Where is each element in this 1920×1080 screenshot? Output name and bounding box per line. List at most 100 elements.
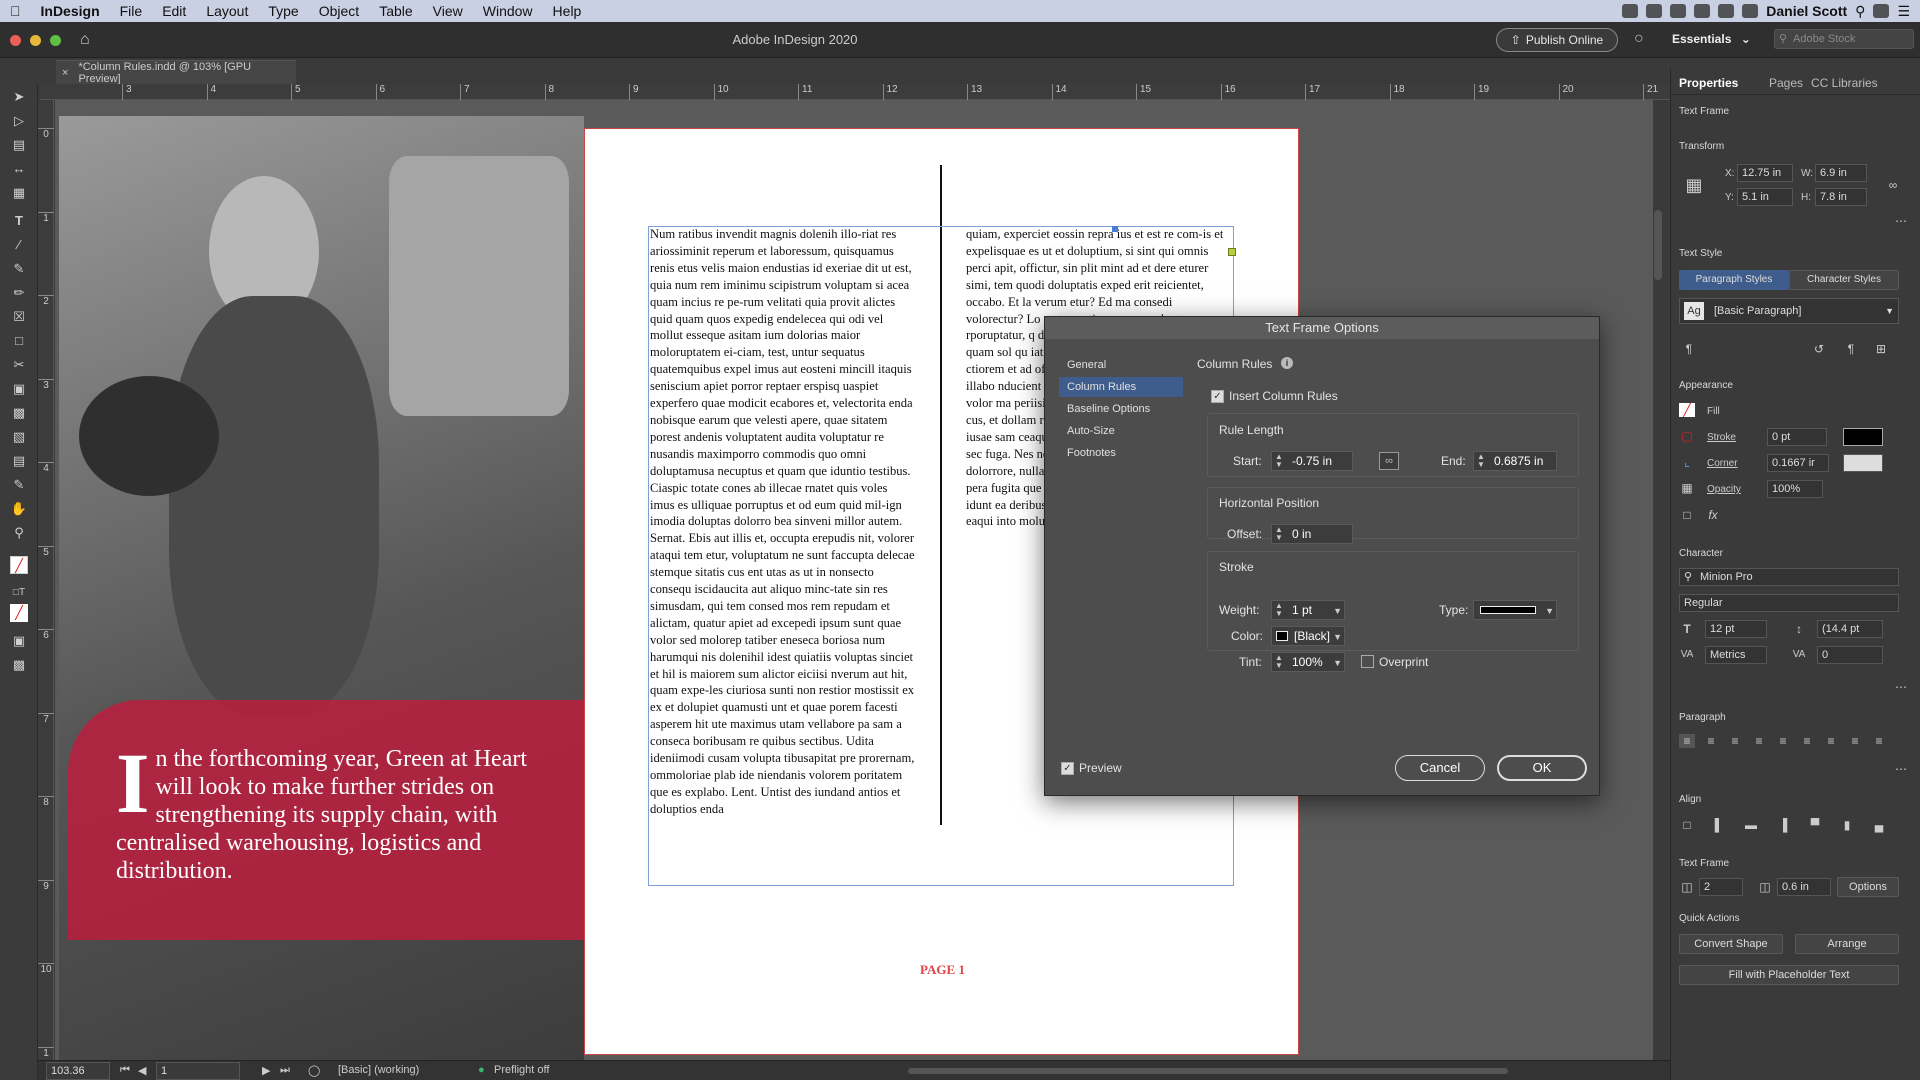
info-icon[interactable]: i xyxy=(1281,357,1293,369)
pen-tool-icon[interactable]: ✎ xyxy=(10,260,28,278)
screen-mode-icon[interactable]: ▣ xyxy=(10,632,28,650)
fill-with-placeholder-text-button[interactable]: Fill with Placeholder Text xyxy=(1679,965,1899,985)
pencil-tool-icon[interactable]: ✏ xyxy=(10,284,28,302)
fill-swatch-icon[interactable]: ╱ xyxy=(1679,403,1695,417)
x-field[interactable]: 12.75 in xyxy=(1737,164,1793,182)
chevron-down-icon[interactable]: ▼ xyxy=(1333,602,1342,620)
menu-table[interactable]: Table xyxy=(369,3,422,19)
start-field[interactable]: ▲ ▼ -0.75 in xyxy=(1271,451,1353,471)
align-toward-spine-icon[interactable]: ≡ xyxy=(1847,734,1863,748)
menu-app-name[interactable]: InDesign xyxy=(31,3,110,19)
chevron-down-icon[interactable]: ▼ xyxy=(1333,628,1342,646)
menu-help[interactable]: Help xyxy=(543,3,592,19)
align-left-edges-icon[interactable]: ▌ xyxy=(1711,818,1727,832)
creative-cloud-icon[interactable] xyxy=(1622,4,1639,18)
tab-pages[interactable]: Pages xyxy=(1769,76,1803,90)
time-machine-icon[interactable] xyxy=(1670,4,1687,18)
overprint-checkbox[interactable] xyxy=(1361,655,1374,668)
note-tool-icon[interactable]: ▤ xyxy=(10,452,28,470)
vertical-scrollbar[interactable] xyxy=(1654,210,1662,280)
pilcrow-icon[interactable]: ¶ xyxy=(1681,342,1697,356)
leading-field[interactable]: (14.4 pt xyxy=(1817,620,1883,638)
opacity-icon[interactable]: ▦ xyxy=(1679,481,1695,495)
align-center-icon[interactable]: ≡ xyxy=(1703,734,1719,748)
tab-properties[interactable]: Properties xyxy=(1679,76,1738,90)
hand-tool-icon[interactable]: ✋ xyxy=(10,500,28,518)
menu-window[interactable]: Window xyxy=(473,3,543,19)
direct-selection-tool-icon[interactable]: ▷ xyxy=(10,112,28,130)
eyedropper-tool-icon[interactable]: ✎ xyxy=(10,476,28,494)
page-number-field[interactable]: 1 xyxy=(156,1062,240,1080)
horizontal-scrollbar[interactable] xyxy=(908,1068,1508,1074)
clear-overrides-icon[interactable]: ¶ xyxy=(1843,342,1859,356)
gradient-feather-tool-icon[interactable]: ▧ xyxy=(10,428,28,446)
paragraph-styles-tab[interactable]: Paragraph Styles xyxy=(1679,270,1789,290)
last-page-icon[interactable]: ⏭ xyxy=(280,1064,290,1077)
menu-user-name[interactable]: Daniel Scott xyxy=(1766,3,1847,19)
stroke-color-swatch[interactable] xyxy=(1843,428,1883,446)
publish-online-button[interactable]: ⇧ Publish Online xyxy=(1496,28,1618,52)
justify-all-icon[interactable]: ≡ xyxy=(1823,734,1839,748)
gradient-tool-icon[interactable]: ▩ xyxy=(10,404,28,422)
zoom-level-field[interactable]: 103.36 xyxy=(46,1062,110,1080)
stepper-icon[interactable]: ▲ ▼ xyxy=(1275,526,1283,542)
menu-object[interactable]: Object xyxy=(309,3,369,19)
text-frame-options-button[interactable]: Options xyxy=(1837,877,1899,897)
nav-column-rules[interactable]: Column Rules xyxy=(1059,377,1183,397)
type-tool-icon[interactable]: T xyxy=(10,212,28,230)
font-size-field[interactable]: 12 pt xyxy=(1705,620,1767,638)
chevron-down-icon[interactable]: ▼ xyxy=(1333,654,1342,672)
object-effects-icon[interactable]: □ xyxy=(1679,508,1695,522)
lightbulb-icon[interactable]: ○ xyxy=(1634,30,1644,48)
document-tab[interactable]: × *Column Rules.indd @ 103% [GPU Preview… xyxy=(56,60,296,85)
next-page-icon[interactable]: ▶ xyxy=(262,1064,270,1077)
content-collector-icon[interactable]: ▦ xyxy=(10,184,28,202)
sync-style-icon[interactable]: ↺ xyxy=(1811,342,1827,356)
preflight-status[interactable]: Preflight off xyxy=(494,1064,549,1076)
h-field[interactable]: 7.8 in xyxy=(1815,188,1867,206)
end-field[interactable]: ▲ ▼ 0.6875 in xyxy=(1473,451,1557,471)
fx-icon[interactable]: fx xyxy=(1705,508,1721,522)
volume-icon[interactable] xyxy=(1742,4,1759,18)
display-icon[interactable] xyxy=(1646,4,1663,18)
align-to-selection-icon[interactable]: □ xyxy=(1679,818,1695,832)
rectangle-frame-tool-icon[interactable]: ☒ xyxy=(10,308,28,326)
spotlight-search-icon[interactable]: ⚲ xyxy=(1855,3,1865,20)
corner-label[interactable]: Corner xyxy=(1707,458,1738,469)
formatting-affects-text-icon[interactable]: □T xyxy=(10,584,28,602)
stroke-type-dropdown[interactable]: ▼ xyxy=(1473,600,1557,620)
align-left-icon[interactable]: ≡ xyxy=(1679,734,1695,748)
more-options-icon[interactable]: ⋯ xyxy=(1893,762,1909,776)
align-horizontal-centers-icon[interactable]: ▬ xyxy=(1743,818,1759,832)
align-vertical-centers-icon[interactable]: ▮ xyxy=(1839,818,1855,832)
stepper-icon[interactable]: ▲ ▼ xyxy=(1275,602,1283,618)
open-in-window-icon[interactable]: ◯ xyxy=(308,1064,320,1077)
adobe-stock-search[interactable]: ⚲ Adobe Stock xyxy=(1774,29,1914,49)
preview-mode-icon[interactable]: ▩ xyxy=(10,656,28,674)
frame-handle[interactable] xyxy=(1112,226,1118,232)
y-field[interactable]: 5.1 in xyxy=(1737,188,1793,206)
constrain-proportions-icon[interactable]: ∞ xyxy=(1885,178,1901,192)
align-right-edges-icon[interactable]: ▐ xyxy=(1775,818,1791,832)
arrange-button[interactable]: Arrange xyxy=(1795,934,1899,954)
horizontal-ruler[interactable]: 3 4 5 6 7 8 9 10 11 12 13 14 15 16 17 18 19 20 21 xyxy=(40,84,1680,100)
stepper-icon[interactable]: ▲ ▼ xyxy=(1275,453,1283,469)
gap-tool-icon[interactable]: ↔ xyxy=(10,160,28,178)
justify-left-icon[interactable]: ≡ xyxy=(1751,734,1767,748)
cancel-button[interactable]: Cancel xyxy=(1395,755,1485,781)
paragraph-style-dropdown[interactable]: Ag [Basic Paragraph] ▼ xyxy=(1679,298,1899,324)
w-field[interactable]: 6.9 in xyxy=(1815,164,1867,182)
workspace-switcher[interactable]: Essentials ⌄ xyxy=(1672,32,1751,46)
fill-stroke-swatch-icon[interactable]: ╱ xyxy=(10,556,28,574)
opacity-field[interactable]: 100% xyxy=(1767,480,1823,498)
ok-button[interactable]: OK xyxy=(1497,755,1587,781)
out-port-handle[interactable] xyxy=(1228,248,1236,256)
character-styles-tab[interactable]: Character Styles xyxy=(1789,270,1899,290)
offset-field[interactable]: ▲ ▼ 0 in xyxy=(1271,524,1353,544)
menu-edit[interactable]: Edit xyxy=(152,3,196,19)
previous-page-icon[interactable]: ◀ xyxy=(138,1064,146,1077)
link-chain-icon[interactable]: ∞ xyxy=(1379,452,1399,470)
justify-center-icon[interactable]: ≡ xyxy=(1775,734,1791,748)
scissors-tool-icon[interactable]: ✂ xyxy=(10,356,28,374)
nav-auto-size[interactable]: Auto-Size xyxy=(1059,421,1183,441)
